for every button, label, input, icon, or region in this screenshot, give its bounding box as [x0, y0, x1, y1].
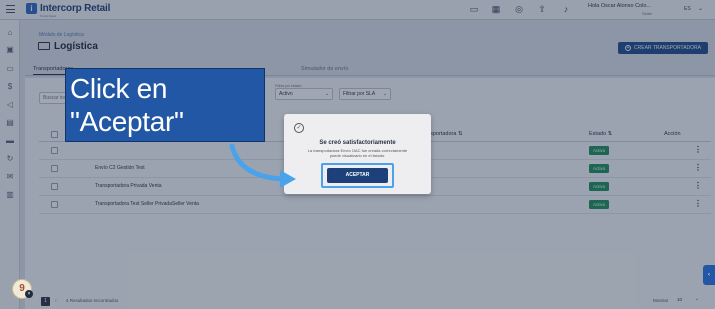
side-panel-toggle[interactable]: ‹	[703, 265, 715, 285]
close-icon[interactable]: ×	[25, 290, 33, 298]
chevron-left-icon: ‹	[708, 272, 710, 278]
pointer-arrow-icon	[229, 143, 296, 188]
